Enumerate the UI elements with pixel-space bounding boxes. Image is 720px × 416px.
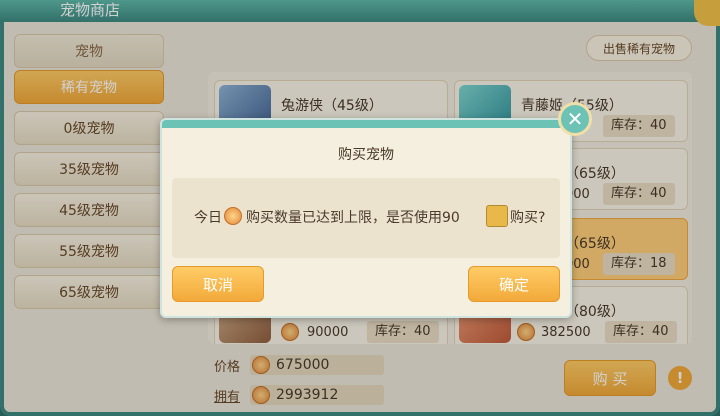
dialog-title: 购买宠物 — [338, 147, 394, 163]
dialog-message-box: 今日 购买数量已达到上限，是否使用90 购买? — [172, 178, 560, 258]
confirm-button[interactable]: 确定 — [468, 266, 560, 302]
scroll-icon — [486, 205, 508, 227]
message-prefix: 今日 — [194, 210, 222, 226]
message-body: 购买数量已达到上限，是否使用90 — [246, 210, 460, 226]
message-suffix: 购买? — [510, 210, 546, 226]
purchase-dialog: 购买宠物 今日 购买数量已达到上限，是否使用90 购买? 取消 确定 — [160, 118, 572, 318]
coin-icon — [224, 207, 242, 225]
dialog-header-band — [162, 120, 570, 128]
cancel-button[interactable]: 取消 — [172, 266, 264, 302]
close-icon[interactable]: ✕ — [558, 102, 592, 136]
